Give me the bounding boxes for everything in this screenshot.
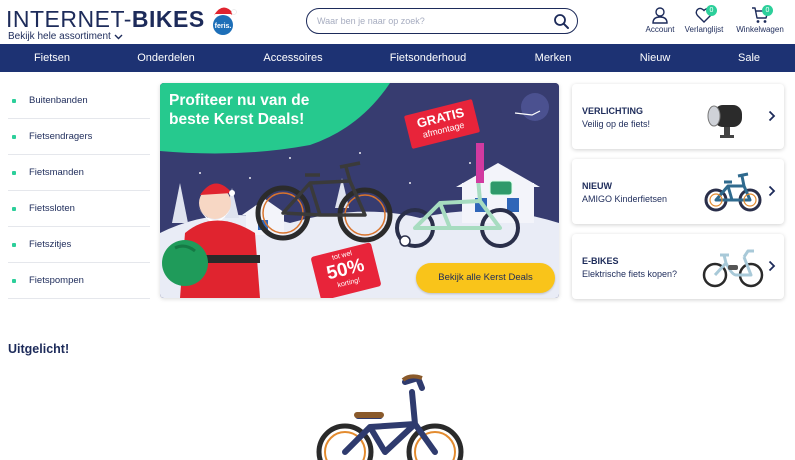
- bullet-icon: [12, 98, 16, 103]
- sidebar-item-label: Fietszitjes: [29, 239, 72, 250]
- view-christmas-deals-button[interactable]: Bekijk alle Kerst Deals: [416, 263, 555, 293]
- sidebar-item-fietsendragers[interactable]: Fietsendragers: [8, 119, 150, 155]
- card-subtitle: Veilig op de fiets!: [582, 119, 651, 129]
- nav-item-onderdelen[interactable]: Onderdelen: [137, 44, 195, 72]
- search-input[interactable]: [317, 13, 547, 29]
- card-title: NIEUW: [582, 181, 612, 191]
- promo-card-lighting[interactable]: VERLICHTING Veilig op de fiets!: [572, 84, 784, 149]
- sidebar-item-fietsmanden[interactable]: Fietsmanden: [8, 155, 150, 191]
- logo-text-light: INTERNET-: [6, 6, 132, 32]
- bullet-icon: [12, 242, 16, 247]
- cart-link[interactable]: 0 Winkelwagen: [734, 5, 786, 34]
- wishlist-link[interactable]: 0 Verlanglijst: [683, 5, 725, 34]
- nav-item-nieuw[interactable]: Nieuw: [640, 44, 671, 72]
- account-link[interactable]: Account: [643, 6, 677, 34]
- user-icon: [652, 7, 668, 24]
- bullet-icon: [12, 170, 16, 175]
- chevron-right-icon: [768, 110, 776, 122]
- chevron-down-icon: [114, 34, 123, 39]
- sidebar-item-fietszitjes[interactable]: Fietszitjes: [8, 227, 150, 263]
- account-label: Account: [645, 25, 675, 34]
- nav-item-accessoires[interactable]: Accessoires: [263, 44, 322, 72]
- wishlist-count-badge: 0: [706, 5, 717, 16]
- search-bar: [306, 8, 578, 34]
- nav-item-fietsonderhoud[interactable]: Fietsonderhoud: [390, 44, 466, 72]
- bullet-icon: [12, 134, 16, 139]
- sidebar-item-label: Fietssloten: [29, 203, 75, 214]
- kids-bike-icon: [704, 172, 762, 212]
- bike-light-icon: [707, 105, 742, 138]
- category-sidebar: Buitenbanden Fietsendragers Fietsmanden …: [8, 83, 150, 299]
- sidebar-item-label: Fietspompen: [29, 275, 84, 286]
- assortment-link[interactable]: Bekijk hele assortiment: [8, 31, 123, 42]
- featured-bike-image[interactable]: [310, 372, 470, 460]
- cart-label: Winkelwagen: [736, 25, 784, 34]
- promo-card-ebikes[interactable]: E-BIKES Elektrische fiets kopen?: [572, 234, 784, 299]
- search-icon[interactable]: [553, 13, 570, 30]
- cart-count-badge: 0: [762, 5, 773, 16]
- nav-item-fietsen[interactable]: Fietsen: [34, 44, 70, 72]
- site-header: INTERNET-BIKES feris. Bekijk hele assort…: [0, 0, 795, 44]
- nav-item-sale[interactable]: Sale: [738, 44, 760, 72]
- promo-card-new-kids-bikes[interactable]: NIEUW AMIGO Kinderfietsen: [572, 159, 784, 224]
- bullet-icon: [12, 278, 16, 283]
- chevron-right-icon: [768, 185, 776, 197]
- sidebar-item-label: Fietsendragers: [29, 131, 93, 142]
- christmas-deals-banner[interactable]: Profiteer nu van de beste Kerst Deals! G…: [160, 83, 559, 298]
- card-title: VERLICHTING: [582, 106, 644, 116]
- chevron-right-icon: [768, 260, 776, 272]
- sidebar-item-fietssloten[interactable]: Fietssloten: [8, 191, 150, 227]
- card-subtitle: AMIGO Kinderfietsen: [582, 194, 668, 204]
- logo-text-bold: BIKES: [131, 6, 205, 32]
- site-logo[interactable]: INTERNET-BIKES: [6, 6, 205, 32]
- sidebar-item-label: Buitenbanden: [29, 95, 88, 106]
- sidebar-item-buitenbanden[interactable]: Buitenbanden: [8, 83, 150, 119]
- bullet-icon: [12, 206, 16, 211]
- ebike-icon: [702, 249, 764, 288]
- banner-title: Profiteer nu van de beste Kerst Deals!: [169, 92, 310, 128]
- main-nav: Fietsen Onderdelen Accessoires Fietsonde…: [0, 44, 795, 72]
- wishlist-label: Verlanglijst: [684, 25, 724, 34]
- card-title: E-BIKES: [582, 256, 619, 266]
- nav-item-merken[interactable]: Merken: [535, 44, 572, 72]
- sidebar-item-fietspompen[interactable]: Fietspompen: [8, 263, 150, 299]
- assortment-label: Bekijk hele assortiment: [8, 31, 111, 42]
- feris-logo-icon: feris.: [213, 7, 237, 35]
- featured-heading: Uitgelicht!: [8, 342, 70, 356]
- sidebar-item-label: Fietsmanden: [29, 167, 84, 178]
- card-subtitle: Elektrische fiets kopen?: [582, 269, 678, 279]
- feris-logo-text: feris.: [215, 23, 232, 30]
